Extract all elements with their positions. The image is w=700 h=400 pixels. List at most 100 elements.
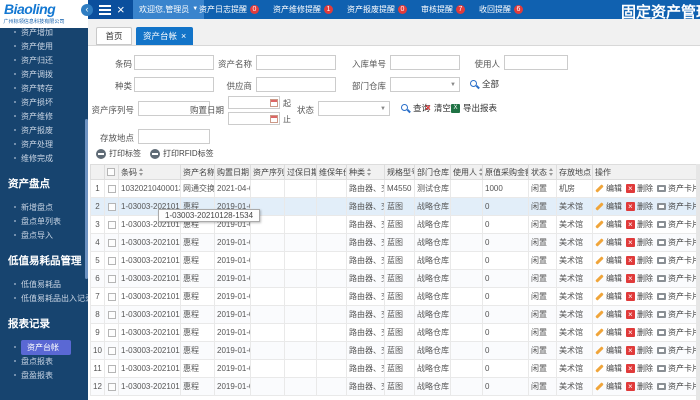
row-select-cell[interactable] [104,323,119,342]
sidebar-item[interactable]: 资产维修 [0,109,88,123]
sort-icon[interactable] [549,168,554,177]
column-header[interactable]: 过保日期 [284,164,317,180]
row-checkbox[interactable] [107,382,116,391]
action-delete[interactable]: 删除 [626,237,653,248]
dept-warehouse-select[interactable]: ▼ [390,77,460,92]
action-asset-card[interactable]: 资产卡片 [657,273,696,284]
column-header[interactable]: 状态 [528,164,557,180]
sidebar-group-header[interactable]: 低值易耗品管理 [0,242,88,277]
reminder-tab[interactable]: 资产日志提醒 0 [192,0,266,19]
hamburger-menu-icon[interactable] [99,5,111,15]
user-input[interactable] [504,55,568,70]
sidebar-item[interactable]: 资产报废 [0,123,88,137]
tab-close-icon[interactable]: × [181,31,186,41]
purchase-date-to-input[interactable] [228,112,280,125]
row-select-cell[interactable] [104,269,119,288]
action-edit[interactable]: 编辑 [595,219,622,230]
purchase-date-from-input[interactable] [228,96,280,109]
column-header[interactable]: 规格型号 [384,164,415,180]
column-header[interactable]: 使用人 [450,164,483,180]
row-checkbox[interactable] [107,346,116,355]
export-report-button[interactable]: 导出报表 [451,102,497,114]
row-select-cell[interactable] [104,251,119,270]
row-select-cell[interactable] [104,215,119,234]
action-edit[interactable]: 编辑 [595,183,622,194]
sort-icon[interactable] [139,168,144,177]
sidebar-collapse-icon[interactable]: ‹ [81,4,93,16]
action-asset-card[interactable]: 资产卡片 [657,381,696,392]
sidebar-item[interactable]: 资产转存 [0,81,88,95]
action-delete[interactable]: 删除 [626,381,653,392]
row-checkbox[interactable] [107,220,116,229]
sidebar-group-header[interactable]: 资产盘点 [0,165,88,200]
action-asset-card[interactable]: 资产卡片 [657,363,696,374]
action-asset-card[interactable]: 资产卡片 [657,327,696,338]
row-checkbox[interactable] [107,256,116,265]
action-edit[interactable]: 编辑 [595,291,622,302]
action-asset-card[interactable]: 资产卡片 [657,345,696,356]
sidebar-item[interactable]: 盘点单列表 [0,214,88,228]
row-select-cell[interactable] [104,179,119,198]
column-header[interactable]: 维保年份 [316,164,347,180]
sidebar-item[interactable]: 低值易耗品 [0,277,88,291]
column-header[interactable]: 种类 [346,164,385,180]
column-header[interactable]: 部门仓库 [414,164,451,180]
action-delete[interactable]: 删除 [626,273,653,284]
location-input[interactable] [138,129,210,144]
action-delete[interactable]: 删除 [626,363,653,374]
action-edit[interactable]: 编辑 [595,273,622,284]
action-edit[interactable]: 编辑 [595,363,622,374]
sidebar-item[interactable]: 资产台帐 [0,339,88,355]
sidebar-item[interactable]: 资产损坏 [0,95,88,109]
row-select-cell[interactable] [104,233,119,252]
action-edit[interactable]: 编辑 [595,255,622,266]
row-select-cell[interactable] [104,377,119,396]
column-header[interactable]: 购置日期 [214,164,251,180]
sort-icon[interactable] [367,168,372,177]
action-edit[interactable]: 编辑 [595,201,622,212]
sidebar-item[interactable]: 资产调拨 [0,67,88,81]
row-select-cell[interactable] [104,197,119,216]
row-checkbox[interactable] [107,310,116,319]
sidebar-item[interactable]: 资产使用 [0,39,88,53]
row-checkbox[interactable] [107,274,116,283]
action-delete[interactable]: 删除 [626,183,653,194]
sidebar-item[interactable]: 新增盘点 [0,200,88,214]
action-edit[interactable]: 编辑 [595,309,622,320]
sidebar-item[interactable]: 资产处理 [0,137,88,151]
action-edit[interactable]: 编辑 [595,327,622,338]
column-header[interactable]: 存放地点 [556,164,593,180]
sidebar-item[interactable]: 盘盈报表 [0,368,88,382]
reminder-tab[interactable]: 审核提醒 7 [414,0,472,19]
row-checkbox[interactable] [107,202,116,211]
reminder-tab[interactable]: 收回提醒 6 [472,0,530,19]
reminder-tab[interactable]: 资产报废提醒 0 [340,0,414,19]
action-edit[interactable]: 编辑 [595,237,622,248]
row-select-cell[interactable] [104,359,119,378]
tab-asset-ledger[interactable]: 资产台帐 × [136,27,194,45]
action-asset-card[interactable]: 资产卡片 [657,255,696,266]
action-delete[interactable]: 删除 [626,255,653,266]
column-header[interactable]: 操作 [592,164,697,180]
row-select-cell[interactable] [104,287,119,306]
column-header[interactable]: 条码 [118,164,181,180]
print-rfid-button[interactable]: 打印RFID标签 [150,148,214,159]
calendar-icon[interactable] [270,115,278,123]
inbound-no-input[interactable] [390,55,460,70]
action-delete[interactable]: 删除 [626,309,653,320]
select-all-header[interactable] [104,164,119,180]
status-select[interactable]: ▼ [318,101,390,116]
row-checkbox[interactable] [107,364,116,373]
table-scrollbar[interactable] [696,164,700,400]
clear-button[interactable]: × 清空 [425,102,451,114]
action-asset-card[interactable]: 资产卡片 [657,201,696,212]
sidebar-item[interactable]: 维修完成 [0,151,88,165]
category-input[interactable] [134,77,214,92]
sort-icon[interactable] [479,168,482,177]
sidebar-item[interactable]: 盘点导入 [0,228,88,242]
row-select-cell[interactable] [104,305,119,324]
reminder-tab[interactable]: 资产维修提醒 1 [266,0,340,19]
close-icon[interactable]: × [117,0,125,19]
sidebar-item[interactable]: 资产归还 [0,53,88,67]
row-checkbox[interactable] [107,328,116,337]
